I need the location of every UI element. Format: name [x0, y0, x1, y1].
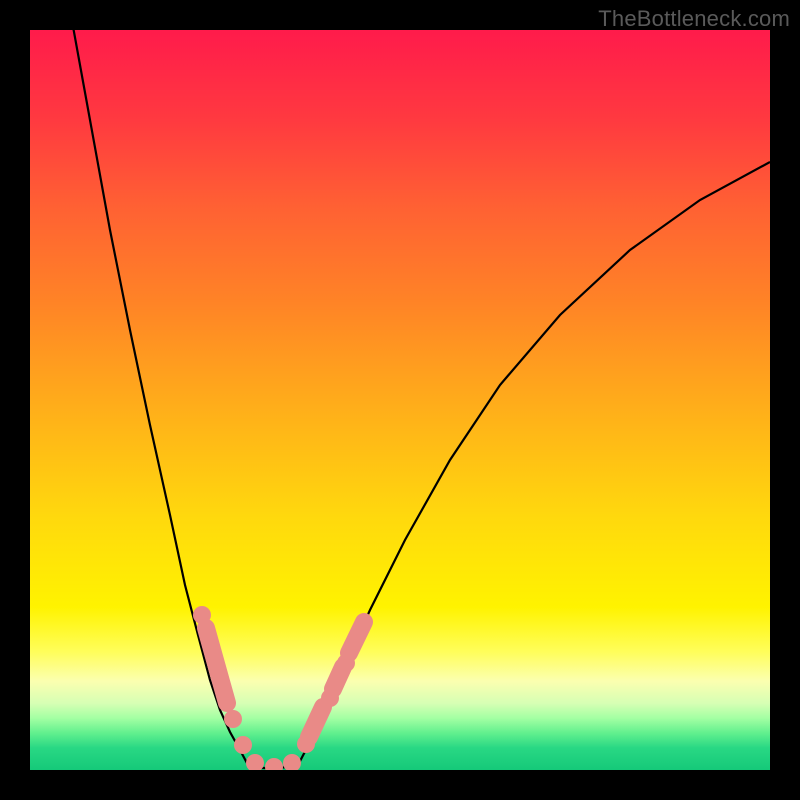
pink-marker-pill	[349, 622, 364, 653]
pink-marker-dot	[234, 736, 252, 754]
pink-marker-dot	[265, 758, 283, 770]
chart-frame: TheBottleneck.com	[0, 0, 800, 800]
curves-layer	[30, 30, 770, 770]
pink-marker-dot	[283, 754, 301, 770]
right-curve	[298, 162, 770, 765]
pink-marker-dot	[224, 710, 242, 728]
pink-marker-pill	[333, 667, 343, 689]
pink-marker-pill	[309, 707, 323, 737]
pink-marker-dot	[246, 754, 264, 770]
plot-area	[30, 30, 770, 770]
pink-markers-group	[193, 606, 364, 770]
pink-marker-pill	[206, 628, 227, 703]
watermark-text: TheBottleneck.com	[598, 6, 790, 32]
